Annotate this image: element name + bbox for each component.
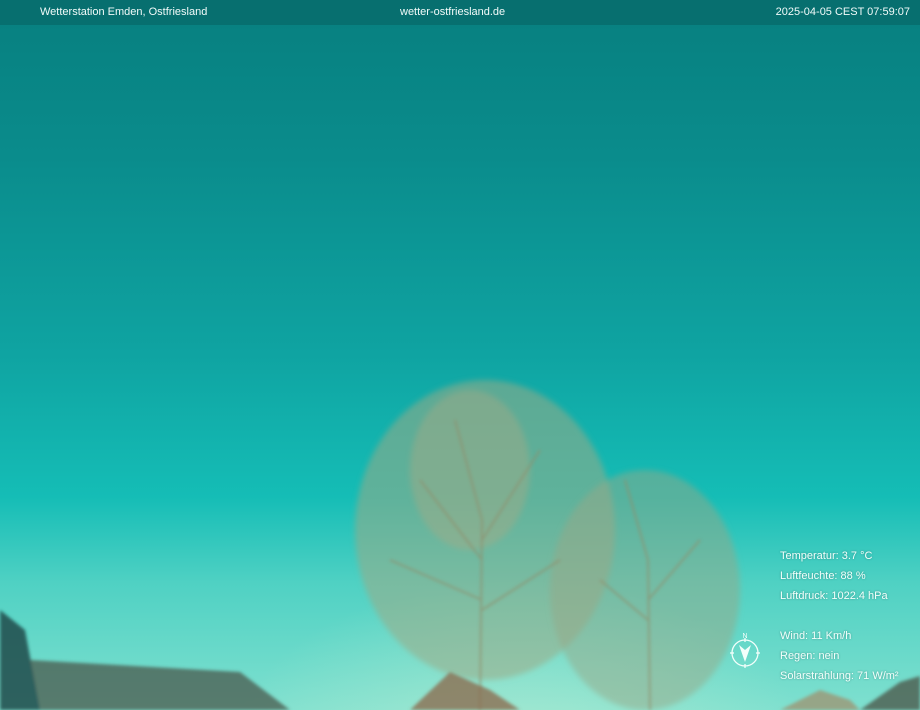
website-link: wetter-ostfriesland.de (400, 6, 506, 18)
station-name: Wetterstation Emden, Ostfriesland (40, 6, 208, 18)
readout-spacer (780, 606, 899, 626)
timestamp: 2025-04-05 CEST 07:59:07 (775, 6, 910, 18)
humidity-value: Luftfeuchte: 88 % (780, 570, 866, 582)
solar-value: Solarstrahlung: 71 W/m² (780, 670, 899, 682)
compass-icon: N (730, 633, 760, 668)
tree-canopy-right (550, 470, 740, 710)
weather-readout: Temperatur: 3.7 °C Luftfeuchte: 88 % Luf… (780, 546, 899, 686)
pressure-value: Luftdruck: 1022.4 hPa (780, 590, 888, 602)
rain-value: Regen: nein (780, 650, 840, 662)
wind-value: Wind: 11 Km/h (780, 630, 852, 642)
temperature-value: Temperatur: 3.7 °C (780, 550, 873, 562)
header-bar: Wetterstation Emden, Ostfriesland wetter… (0, 0, 920, 25)
